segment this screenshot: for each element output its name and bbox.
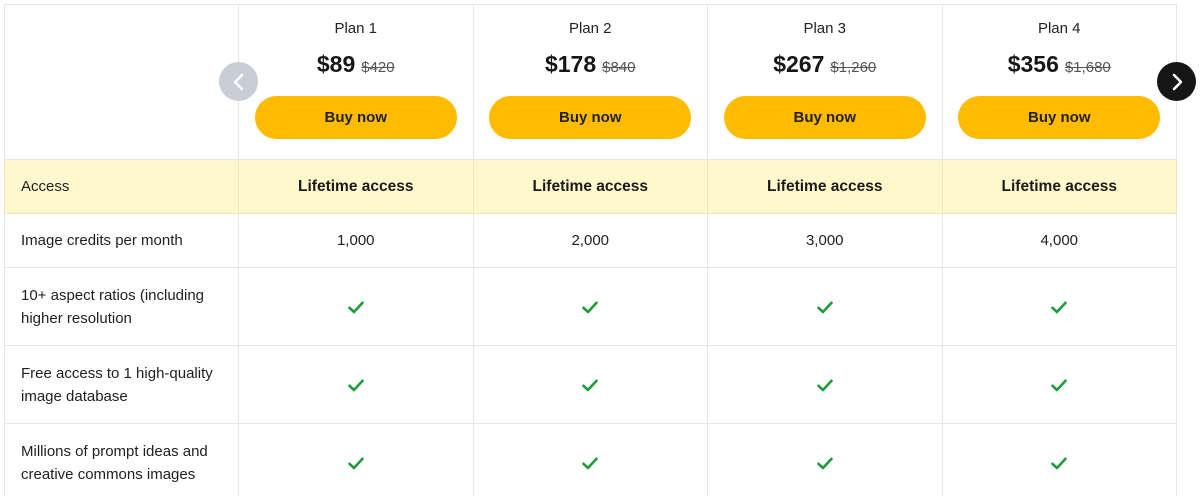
check-icon bbox=[238, 423, 474, 496]
check-icon bbox=[238, 345, 474, 424]
feature-row-prompt-ideas: Millions of prompt ideas and creative co… bbox=[4, 423, 1177, 496]
check-icon bbox=[941, 267, 1177, 346]
plan-card-2: Plan 2 $178 $840 Buy now bbox=[472, 4, 708, 160]
plan-old-price: $840 bbox=[602, 58, 636, 76]
credits-value: 3,000 bbox=[707, 213, 943, 268]
row-label-feature: Free access to 1 high-quality image data… bbox=[4, 345, 239, 424]
row-label-access: Access bbox=[4, 159, 239, 214]
plan-price-line: $356 $1,680 bbox=[943, 51, 1177, 78]
check-icon bbox=[941, 345, 1177, 424]
plan-price: $356 bbox=[1007, 50, 1059, 77]
plan-old-price: $1,260 bbox=[830, 58, 877, 76]
plan-name: Plan 2 bbox=[568, 19, 612, 37]
credits-row: Image credits per month 1,000 2,000 3,00… bbox=[4, 213, 1177, 268]
empty-corner-cell bbox=[4, 4, 239, 160]
plan-old-price: $420 bbox=[361, 58, 395, 76]
plan-old-price: $1,680 bbox=[1064, 58, 1111, 76]
plan-price: $89 bbox=[316, 50, 356, 77]
plan-header-row: Plan 1 $89 $420 Buy now Plan 2 $178 $840 B… bbox=[4, 4, 1177, 160]
carousel-next-button[interactable] bbox=[1157, 62, 1196, 101]
chevron-left-icon bbox=[233, 73, 243, 90]
plan-price-line: $178 $840 bbox=[474, 51, 708, 78]
row-label-feature: Millions of prompt ideas and creative co… bbox=[4, 423, 239, 496]
check-icon bbox=[941, 423, 1177, 496]
plan-name: Plan 3 bbox=[803, 19, 847, 37]
row-label-feature: 10+ aspect ratios (including higher reso… bbox=[4, 267, 239, 346]
buy-now-button-plan-1[interactable]: Buy now bbox=[254, 95, 457, 139]
plan-card-3: Plan 3 $267 $1,260 Buy now bbox=[707, 4, 943, 160]
plan-name: Plan 1 bbox=[334, 19, 378, 37]
check-icon bbox=[238, 267, 474, 346]
plan-price: $267 bbox=[773, 50, 825, 77]
chevron-right-icon bbox=[1172, 73, 1182, 90]
access-value: Lifetime access bbox=[472, 159, 708, 214]
check-icon bbox=[707, 267, 943, 346]
feature-row-image-database: Free access to 1 high-quality image data… bbox=[4, 345, 1177, 424]
check-icon bbox=[472, 423, 708, 496]
plan-card-4: Plan 4 $356 $1,680 Buy now bbox=[941, 4, 1177, 160]
credits-value: 2,000 bbox=[472, 213, 708, 268]
pricing-table: Plan 1 $89 $420 Buy now Plan 2 $178 $840 B… bbox=[4, 4, 1177, 496]
plan-price-line: $89 $420 bbox=[239, 51, 473, 78]
access-value: Lifetime access bbox=[707, 159, 943, 214]
buy-now-button-plan-3[interactable]: Buy now bbox=[723, 95, 926, 139]
check-icon bbox=[707, 423, 943, 496]
access-value: Lifetime access bbox=[238, 159, 474, 214]
buy-now-button-plan-4[interactable]: Buy now bbox=[958, 95, 1161, 139]
plan-price-line: $267 $1,260 bbox=[708, 51, 942, 78]
credits-value: 4,000 bbox=[941, 213, 1177, 268]
plan-price: $178 bbox=[544, 50, 597, 77]
check-icon bbox=[707, 345, 943, 424]
feature-row-aspect-ratios: 10+ aspect ratios (including higher reso… bbox=[4, 267, 1177, 346]
plan-name: Plan 4 bbox=[1037, 19, 1081, 37]
carousel-prev-button[interactable] bbox=[219, 62, 258, 101]
row-label-credits: Image credits per month bbox=[4, 213, 239, 268]
buy-now-button-plan-2[interactable]: Buy now bbox=[489, 95, 692, 139]
plan-card-1: Plan 1 $89 $420 Buy now bbox=[238, 4, 474, 160]
access-value: Lifetime access bbox=[941, 159, 1177, 214]
check-icon bbox=[472, 267, 708, 346]
access-row: Access Lifetime access Lifetime access L… bbox=[4, 159, 1177, 214]
check-icon bbox=[472, 345, 708, 424]
credits-value: 1,000 bbox=[238, 213, 474, 268]
